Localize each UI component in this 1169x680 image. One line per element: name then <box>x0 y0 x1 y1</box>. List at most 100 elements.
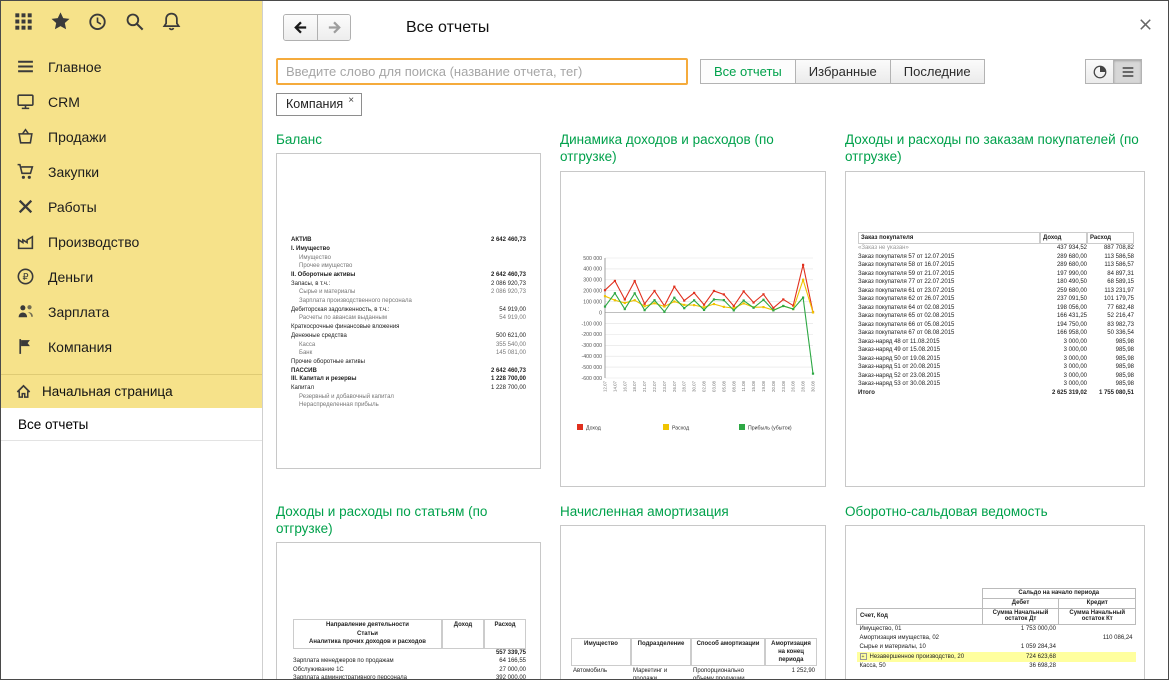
sidebar-item-zakupki[interactable]: Закупки <box>1 154 262 189</box>
tab-all-reports[interactable]: Все отчеты <box>700 59 796 84</box>
preview-row: III. Капитал и резервы 1 228 700,00 <box>291 376 526 383</box>
osv-preview-table: Сальдо на начало периода Дебет Кредит Счет,… <box>856 587 1137 671</box>
sidebar-item-home[interactable]: Начальная страница <box>1 374 262 408</box>
svg-text:30.07: 30.07 <box>692 380 697 392</box>
home-icon <box>15 383 32 400</box>
pie-view-toggle[interactable] <box>1085 59 1114 84</box>
report-title-link[interactable]: Доходы и расходы по заказам покупателей … <box>845 131 1145 166</box>
apps-grid-icon[interactable] <box>13 11 34 32</box>
preview-row: Заказ покупателя 62 от 26.07.2015 237 091… <box>858 296 1134 303</box>
preview-row: Зарплата административного персонала 392 … <box>293 675 526 679</box>
preview-row: АКТИВ 2 642 460,73 <box>291 237 526 244</box>
preview-row: Дебиторская задолженность, в т.ч.: 54 919… <box>291 306 526 313</box>
svg-text:23.08: 23.08 <box>781 380 786 392</box>
money-icon: ₽ <box>16 267 35 286</box>
sidebar-item-dengi[interactable]: ₽ Деньги <box>1 259 262 294</box>
sidebar-item-kompaniya[interactable]: Компания <box>1 329 262 364</box>
history-icon[interactable] <box>87 11 108 32</box>
back-button[interactable] <box>284 15 317 40</box>
salary-icon <box>16 302 35 321</box>
report-card: Начисленная амортизация Имущество Подразде… <box>560 503 826 679</box>
page-title: Все отчеты <box>406 19 490 36</box>
svg-text:26.08: 26.08 <box>791 380 796 392</box>
report-title-link[interactable]: Динамика доходов и расходов (по отгрузке… <box>560 131 826 166</box>
search-input[interactable] <box>276 58 688 85</box>
forward-button[interactable] <box>317 15 350 40</box>
report-preview[interactable]: Направление деятельности Статьи Аналитика … <box>276 542 541 679</box>
svg-text:28.08: 28.08 <box>801 380 806 392</box>
svg-text:26.07: 26.07 <box>672 380 677 392</box>
sidebar-item-proizvodstvo[interactable]: Производство <box>1 224 262 259</box>
report-preview[interactable]: 500 000 400 000 300 000 200 000 100 000 0 -100… <box>560 170 826 487</box>
report-preview[interactable]: АКТИВ 2 642 460,73 I. Имущество Имущество Пр… <box>276 153 541 470</box>
preview-row: Зарплата производственного персонала <box>299 298 412 305</box>
tab-favorites[interactable]: Избранные <box>794 59 891 84</box>
preview-row: Заказ-наряд 49 от 15.08.2015 3 000,00 985,… <box>858 347 1134 354</box>
sidebar-item-prodazhi[interactable]: Продажи <box>1 119 262 154</box>
open-page-all-reports[interactable]: Все отчеты <box>1 408 262 441</box>
report-title-link[interactable]: Баланс <box>276 131 541 148</box>
balance-preview-table: АКТИВ 2 642 460,73 I. Имущество Имущество Пр… <box>291 236 526 410</box>
report-preview[interactable]: Сальдо на начало периода Дебет Кредит Счет,… <box>845 524 1145 679</box>
filter-tag-company[interactable]: Компания × <box>276 93 363 116</box>
report-title-link[interactable]: Оборотно-сальдовая ведомость <box>845 503 1145 520</box>
sidebar-item-zarplata[interactable]: Зарплата <box>1 294 262 329</box>
search-icon[interactable] <box>124 11 145 32</box>
preview-row: Прочие оборотные активы <box>291 358 365 365</box>
preview-row: Заказ-наряд 48 от 11.08.2015 3 000,00 985,… <box>858 338 1134 345</box>
toolbar: Все отчетыИзбранныеПоследние <box>276 58 1156 87</box>
report-card: Доходы и расходы по статьям (по отгрузке… <box>276 503 541 679</box>
notifications-bell-icon[interactable] <box>161 11 182 32</box>
report-title-link[interactable]: Доходы и расходы по статьям (по отгрузке… <box>276 503 541 538</box>
preview-row: «Заказ не указан» 437 934,52 887 708,82 <box>858 245 1134 252</box>
sales-icon <box>16 127 35 146</box>
preview-row: Денежные средства 500 621,00 <box>291 332 526 339</box>
svg-text:15.08: 15.08 <box>751 380 756 392</box>
purchases-icon <box>16 162 35 181</box>
report-preview[interactable]: Имущество Подразделение Способ амортизации… <box>560 524 826 679</box>
preview-row: Заказ покупателя 58 от 16.07.2015 289 680… <box>858 262 1134 269</box>
report-title-link[interactable]: Начисленная амортизация <box>560 503 826 520</box>
svg-text:-300 000: -300 000 <box>582 343 603 349</box>
preview-row: АвтомобильМаркетинг и продажиПропорциона… <box>573 668 815 679</box>
sidebar-item-crm[interactable]: CRM <box>1 84 262 119</box>
filter-tag-label: Компания <box>286 97 344 111</box>
svg-text:Доход: Доход <box>586 425 601 431</box>
svg-text:-600 000: -600 000 <box>582 375 603 381</box>
sidebar-item-glavnoe[interactable]: Главное <box>1 49 262 84</box>
svg-text:08.08: 08.08 <box>731 380 736 392</box>
svg-text:Расход: Расход <box>672 425 689 431</box>
svg-text:05.08: 05.08 <box>721 380 726 392</box>
preview-row: Капитал 1 228 700,00 <box>291 384 526 391</box>
sidebar-item-label: Главное <box>48 58 102 75</box>
svg-text:500 000: 500 000 <box>583 255 602 261</box>
orders-preview-table: Заказ покупателя Доход Расход «Заказ не ука… <box>858 231 1134 398</box>
sidebar-yellow-panel: Главное CRM Продажи Закупки Работы Производст… <box>1 1 262 408</box>
tag-remove-icon[interactable]: × <box>348 96 354 106</box>
svg-text:22.07: 22.07 <box>652 380 657 392</box>
sidebar-item-label: Деньги <box>48 268 94 285</box>
preview-row: Заказ покупателя 59 от 21.07.2015 197 990… <box>858 270 1134 277</box>
main-menu-icon <box>16 57 35 76</box>
sidebar-item-label: Продажи <box>48 128 107 145</box>
svg-text:28.07: 28.07 <box>682 380 687 392</box>
svg-text:03.08: 03.08 <box>711 380 716 392</box>
list-view-toggle[interactable] <box>1113 59 1142 84</box>
preview-row: Заказ покупателя 65 от 02.08.2015 166 431… <box>858 313 1134 320</box>
close-icon[interactable] <box>1137 16 1154 33</box>
svg-text:0: 0 <box>599 310 602 316</box>
preview-row: Заказ-наряд 50 от 19.08.2015 3 000,00 985,… <box>858 355 1134 362</box>
svg-text:-100 000: -100 000 <box>582 321 603 327</box>
sidebar-item-label: Работы <box>48 198 97 215</box>
favorites-star-icon[interactable] <box>50 11 71 32</box>
crm-icon <box>16 92 35 111</box>
tab-recent[interactable]: Последние <box>889 59 985 84</box>
sidebar-item-raboty[interactable]: Работы <box>1 189 262 224</box>
company-icon <box>16 337 35 356</box>
nav-buttons <box>283 14 351 41</box>
home-label: Начальная страница <box>42 384 173 399</box>
preview-row: Сырье и материалы 2 086 920,73 <box>299 289 526 296</box>
filter-tag-row: Компания × <box>276 93 363 117</box>
svg-text:20.08: 20.08 <box>771 380 776 392</box>
report-preview[interactable]: Заказ покупателя Доход Расход «Заказ не ука… <box>845 170 1145 487</box>
